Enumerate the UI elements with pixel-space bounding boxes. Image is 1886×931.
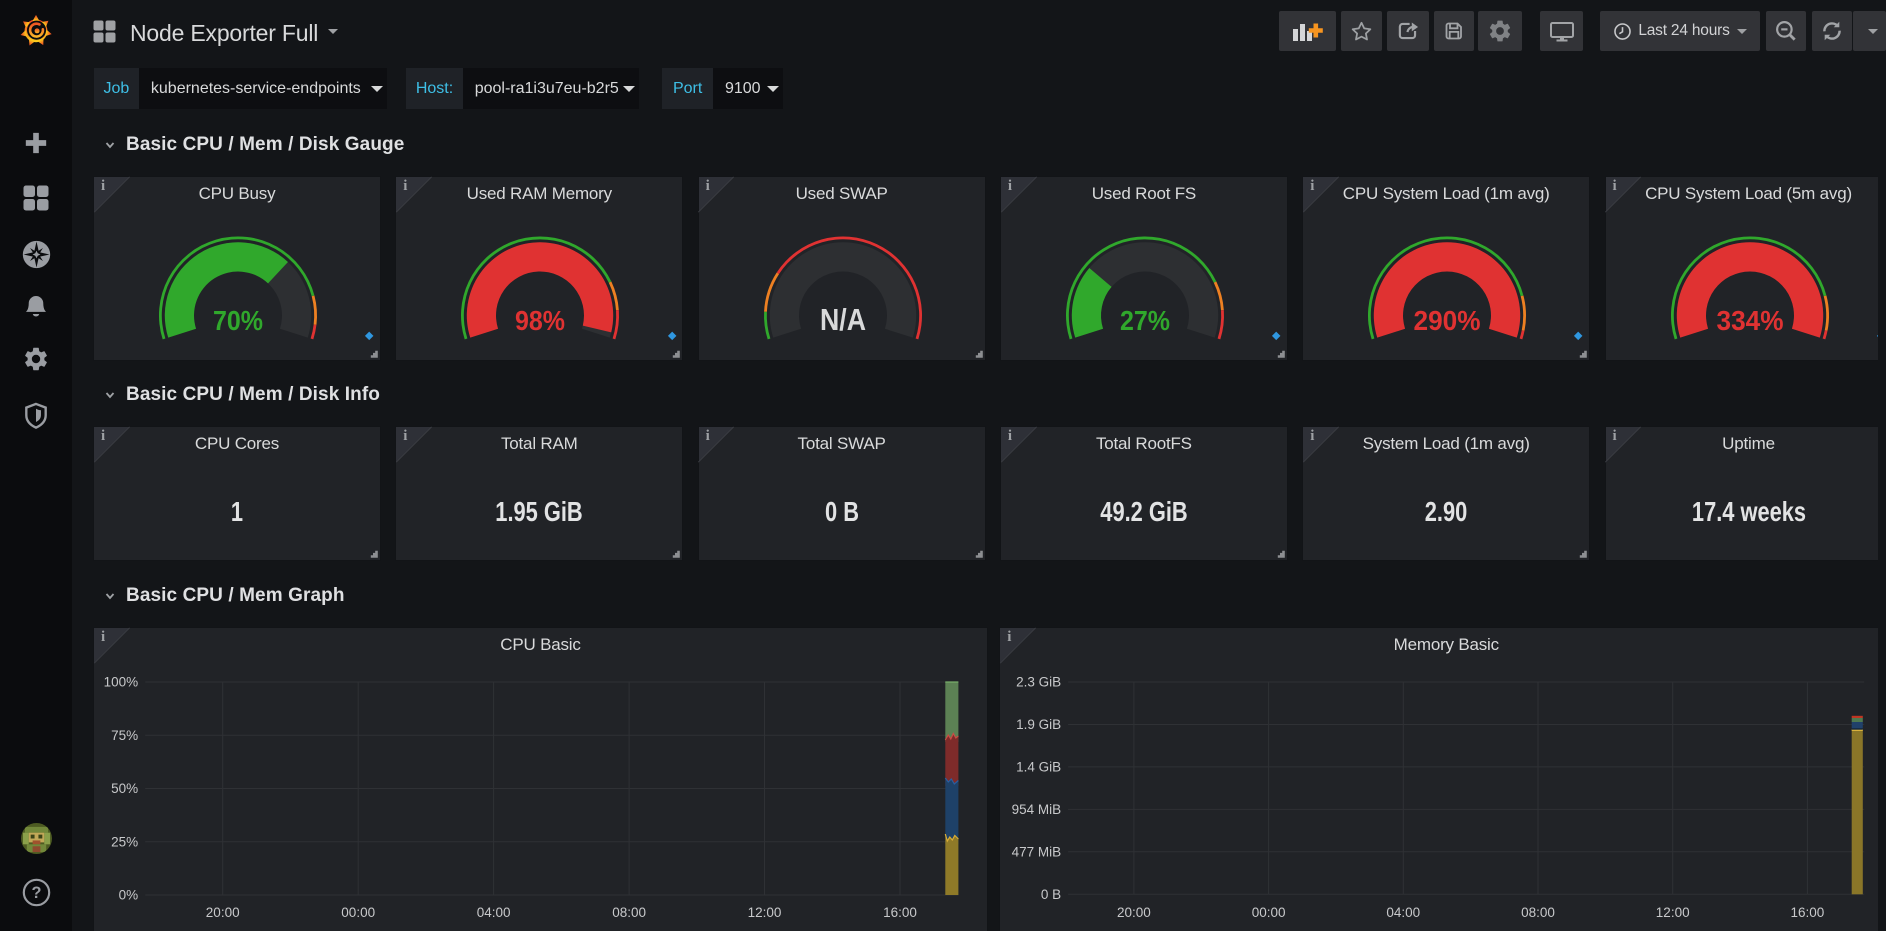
svg-text:20:00: 20:00 xyxy=(1117,905,1151,920)
svg-text:1.4 GiB: 1.4 GiB xyxy=(1016,760,1061,775)
svg-text:12:00: 12:00 xyxy=(1656,905,1690,920)
svg-text:954 MiB: 954 MiB xyxy=(1012,802,1062,817)
svg-text:00:00: 00:00 xyxy=(1252,905,1286,920)
svg-text:50%: 50% xyxy=(111,781,138,796)
svg-text:334%: 334% xyxy=(1716,305,1783,336)
svg-text:2.3 GiB: 2.3 GiB xyxy=(1016,675,1061,690)
svg-text:25%: 25% xyxy=(111,834,138,849)
svg-text:477 MiB: 477 MiB xyxy=(1012,845,1062,860)
svg-text:290%: 290% xyxy=(1414,305,1481,336)
svg-text:1.9 GiB: 1.9 GiB xyxy=(1016,717,1061,732)
svg-text:00:00: 00:00 xyxy=(341,905,375,920)
svg-text:27%: 27% xyxy=(1120,305,1170,336)
svg-text:04:00: 04:00 xyxy=(477,905,511,920)
svg-text:12:00: 12:00 xyxy=(748,905,782,920)
svg-text:0 B: 0 B xyxy=(1041,887,1061,902)
svg-text:20:00: 20:00 xyxy=(206,905,240,920)
svg-text:100%: 100% xyxy=(104,675,139,690)
svg-text:98%: 98% xyxy=(515,305,565,336)
svg-text:16:00: 16:00 xyxy=(883,905,917,920)
svg-text:?: ? xyxy=(31,884,41,902)
svg-text:75%: 75% xyxy=(111,728,138,743)
svg-text:08:00: 08:00 xyxy=(612,905,646,920)
svg-text:70%: 70% xyxy=(213,305,263,336)
svg-text:04:00: 04:00 xyxy=(1387,905,1421,920)
svg-text:0%: 0% xyxy=(119,888,139,903)
svg-text:08:00: 08:00 xyxy=(1521,905,1555,920)
svg-text:16:00: 16:00 xyxy=(1791,905,1825,920)
svg-text:N/A: N/A xyxy=(820,302,866,337)
